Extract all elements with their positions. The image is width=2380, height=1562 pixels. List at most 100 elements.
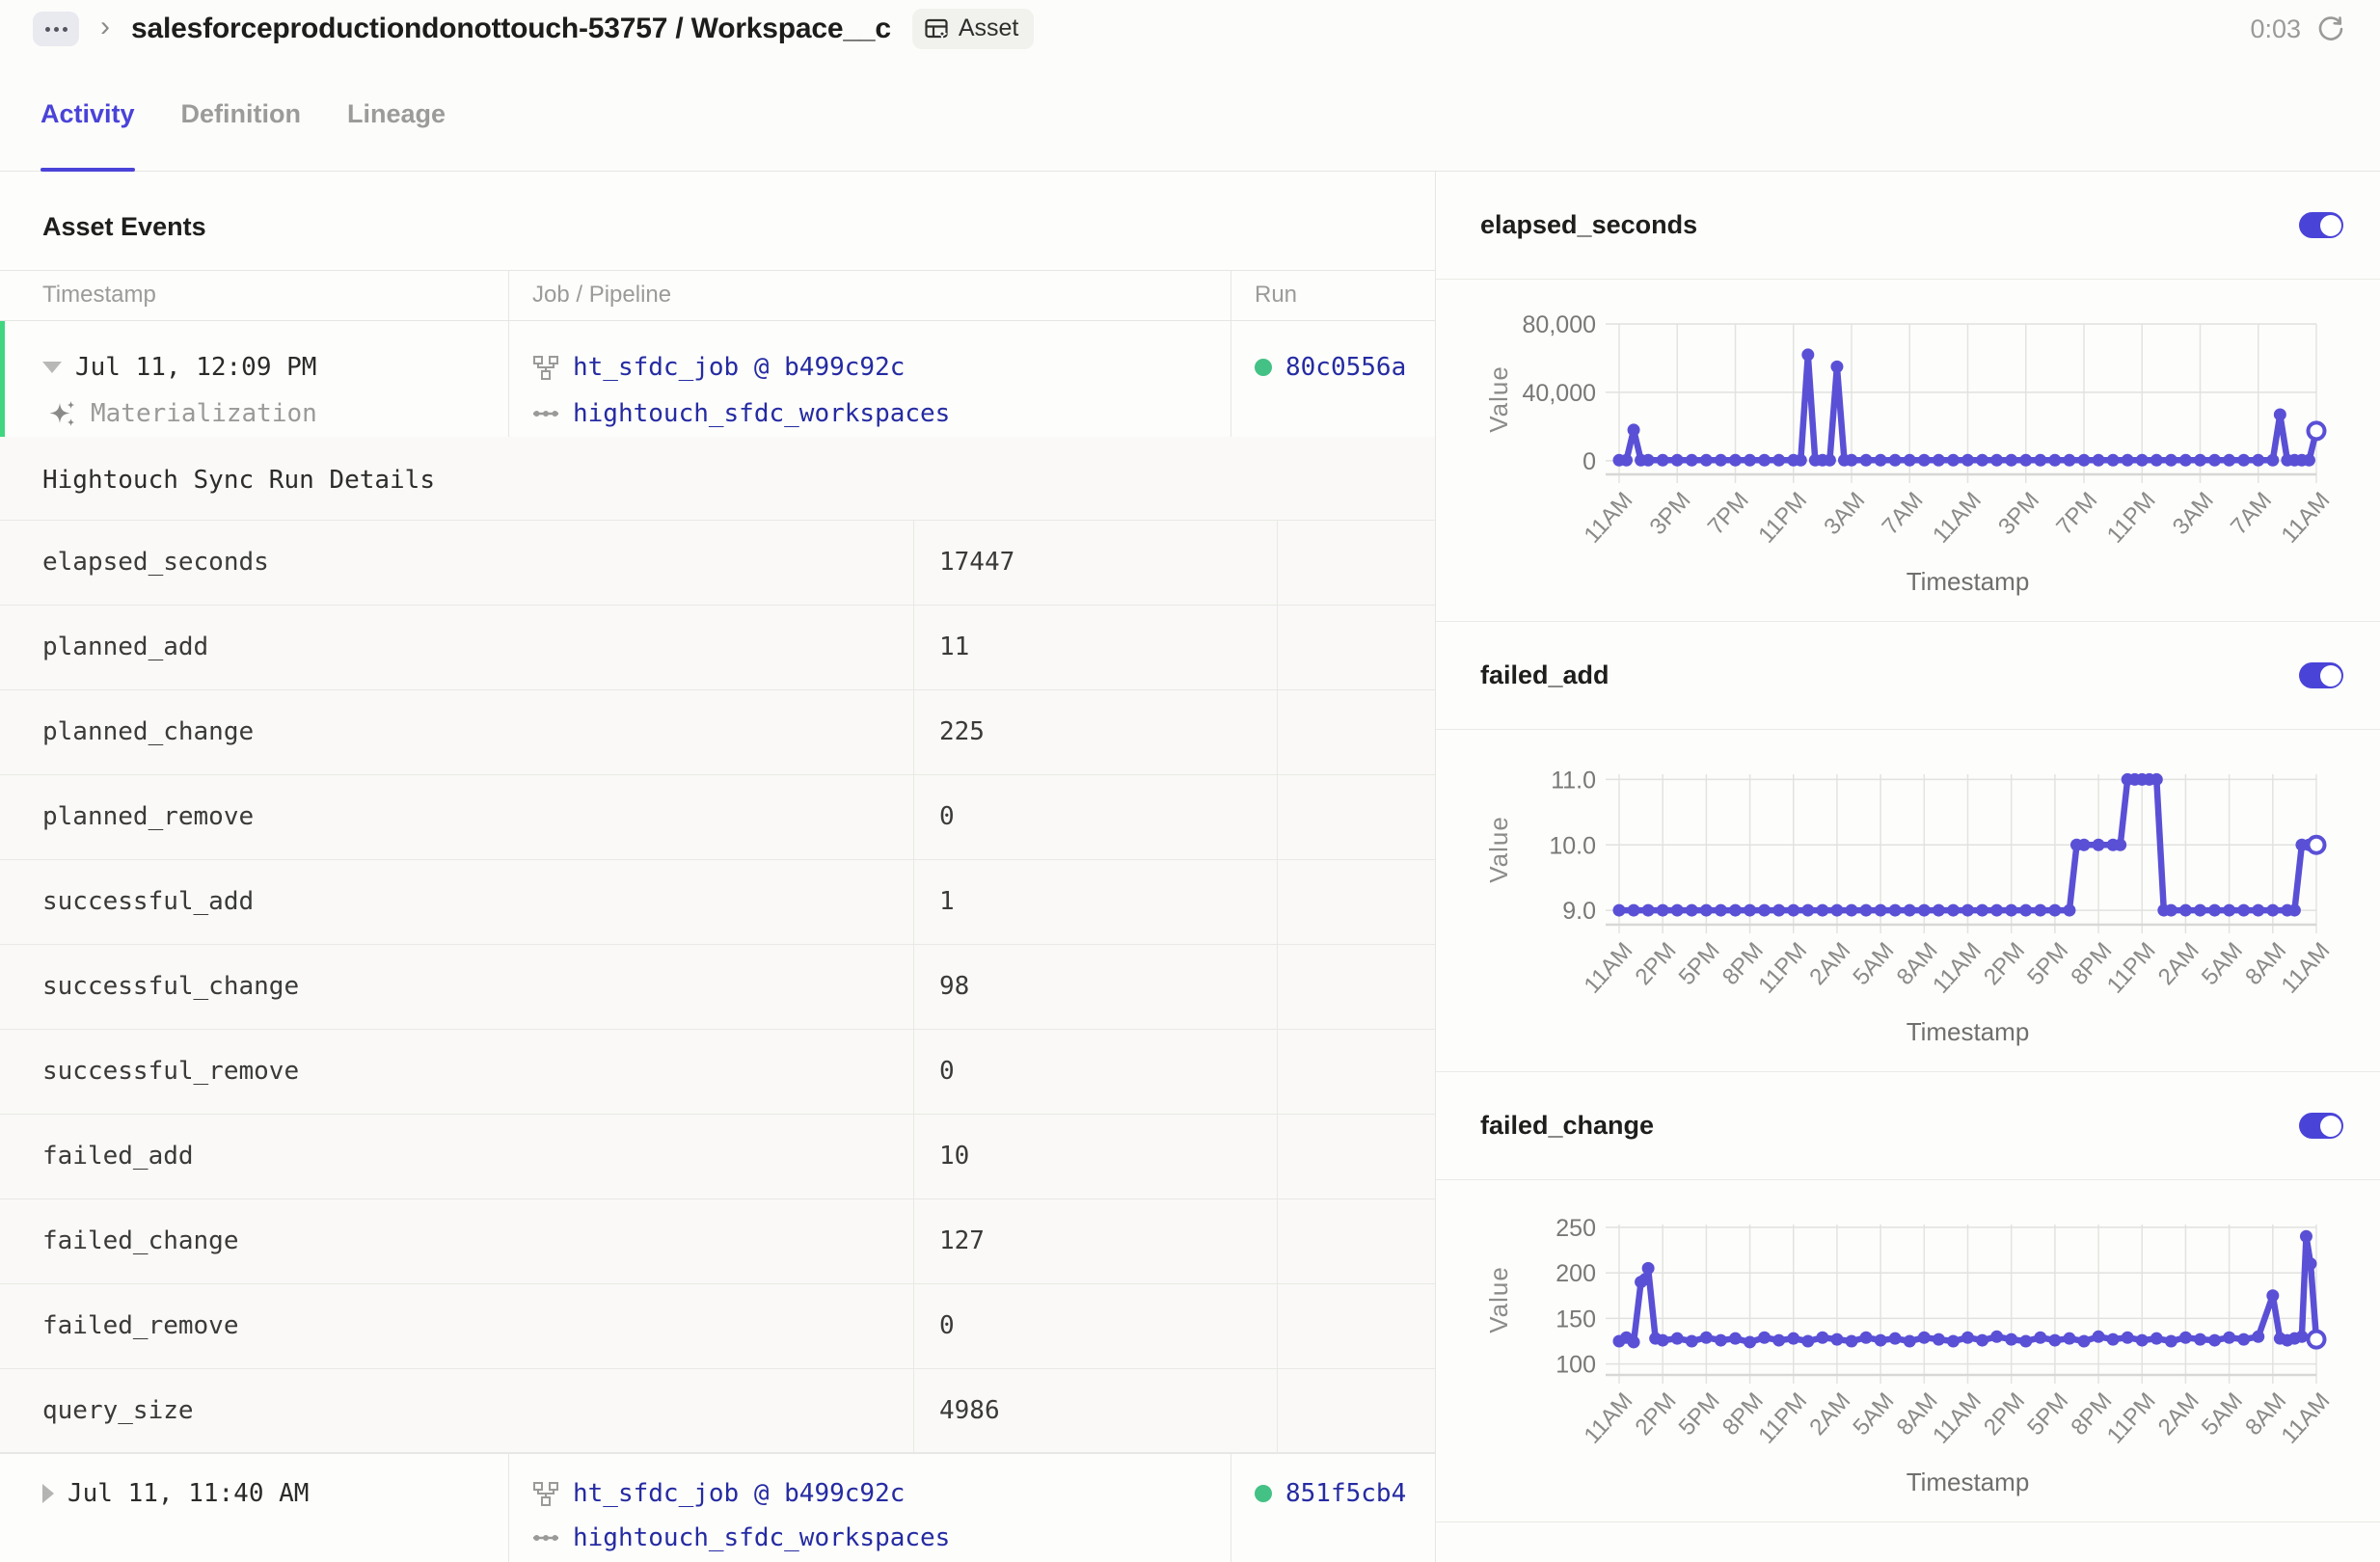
svg-text:100: 100 (1555, 1352, 1596, 1379)
asset-link[interactable]: hightouch_sfdc_workspaces (573, 399, 950, 428)
event-timestamp: Jul 11, 12:09 PM (75, 353, 316, 382)
events-table-header: Timestamp Job / Pipeline Run (0, 270, 1435, 321)
details-extra-cell (1278, 1030, 1435, 1114)
svg-text:11AM: 11AM (2277, 1387, 2336, 1448)
breadcrumb-menu-button[interactable] (33, 12, 79, 46)
details-value: 98 (914, 945, 1278, 1029)
details-extra-cell (1278, 521, 1435, 605)
svg-text:5AM: 5AM (2197, 1387, 2248, 1441)
expand-caret-icon[interactable] (42, 1484, 54, 1503)
details-extra-cell (1278, 860, 1435, 944)
tabbar: Activity Definition Lineage (0, 58, 2380, 172)
asset-badge-label: Asset (959, 14, 1019, 42)
details-row: failed_remove0 (0, 1283, 1435, 1368)
svg-text:11PM: 11PM (1753, 937, 1812, 998)
run-details-section: Hightouch Sync Run Details elapsed_secon… (0, 437, 1435, 1453)
details-value: 4986 (914, 1369, 1278, 1452)
svg-text:11AM: 11AM (1928, 937, 1987, 998)
chart-card-failed_change: failed_change10015020025011AM2PM5PM8PM11… (1436, 1072, 2380, 1522)
svg-text:5PM: 5PM (1674, 1387, 1725, 1441)
details-value: 0 (914, 775, 1278, 859)
chart-card-failed_add: failed_add9.010.011.011AM2PM5PM8PM11PM2A… (1436, 622, 2380, 1072)
run-id-link[interactable]: 851f5cb4 (1285, 1479, 1406, 1508)
details-value: 11 (914, 606, 1278, 689)
breadcrumb: › salesforceproductiondonottouch-53757 /… (33, 9, 1034, 49)
details-row: failed_change127 (0, 1198, 1435, 1283)
details-row: planned_remove0 (0, 774, 1435, 859)
details-row: planned_add11 (0, 605, 1435, 689)
column-header-job-pipeline: Job / Pipeline (509, 271, 1231, 320)
tab-lineage-label: Lineage (347, 99, 446, 129)
details-key: failed_change (0, 1199, 914, 1283)
svg-text:11PM: 11PM (2102, 937, 2161, 998)
chart-title: failed_add (1480, 660, 1609, 690)
svg-text:11PM: 11PM (2102, 1387, 2161, 1448)
tab-activity[interactable]: Activity (41, 58, 135, 171)
event-job-cell: ht_sfdc_job @ b499c92c hightouch_sfdc_wo… (509, 321, 1231, 437)
event-type-label: Materialization (91, 399, 317, 428)
details-key: successful_add (0, 860, 914, 944)
job-link[interactable]: ht_sfdc_job @ b499c92c (573, 353, 905, 382)
svg-text:2AM: 2AM (2153, 937, 2204, 990)
chart-toggle[interactable] (2299, 662, 2343, 688)
asset-lineage-icon (532, 1524, 559, 1551)
svg-text:5PM: 5PM (1674, 937, 1725, 990)
job-graph-icon (532, 354, 559, 381)
svg-text:9.0: 9.0 (1562, 898, 1596, 925)
details-key: failed_add (0, 1115, 914, 1198)
svg-text:2AM: 2AM (1804, 937, 1855, 990)
details-row: elapsed_seconds17447 (0, 520, 1435, 605)
event-timestamp-cell: Jul 11, 11:40 AM (0, 1454, 509, 1562)
details-extra-cell (1278, 775, 1435, 859)
svg-text:2PM: 2PM (1979, 937, 2030, 990)
svg-text:250: 250 (1555, 1215, 1596, 1242)
svg-text:Value: Value (1484, 1266, 1513, 1333)
job-link[interactable]: ht_sfdc_job @ b499c92c (573, 1479, 905, 1508)
svg-text:11AM: 11AM (2277, 937, 2336, 998)
svg-text:5AM: 5AM (1848, 1387, 1899, 1441)
svg-text:80,000: 80,000 (1523, 311, 1596, 338)
chart-elapsed_seconds: 040,00080,00011AM3PM7PM11PM3AM7AM11AM3PM… (1436, 280, 2379, 621)
details-row: successful_add1 (0, 859, 1435, 944)
details-key: failed_remove (0, 1284, 914, 1368)
job-graph-icon (532, 1480, 559, 1507)
svg-text:2PM: 2PM (1630, 937, 1681, 990)
run-status-dot (1255, 1485, 1272, 1502)
svg-text:11PM: 11PM (1753, 487, 1812, 548)
details-extra-cell (1278, 606, 1435, 689)
run-status-dot (1255, 359, 1272, 376)
refresh-area: 0:03 (2250, 14, 2345, 44)
svg-text:10.0: 10.0 (1549, 832, 1596, 859)
svg-text:150: 150 (1555, 1306, 1596, 1333)
event-run-cell: 80c0556a (1231, 321, 1435, 437)
asset-page: › salesforceproductiondonottouch-53757 /… (0, 0, 2380, 1562)
tab-lineage[interactable]: Lineage (347, 58, 446, 171)
svg-text:2PM: 2PM (1979, 1387, 2030, 1441)
tab-definition[interactable]: Definition (181, 58, 301, 171)
svg-text:11PM: 11PM (1753, 1387, 1812, 1448)
chart-card-elapsed_seconds: elapsed_seconds040,00080,00011AM3PM7PM11… (1436, 172, 2380, 622)
details-key: planned_add (0, 606, 914, 689)
svg-text:7PM: 7PM (2051, 487, 2102, 540)
top-header: › salesforceproductiondonottouch-53757 /… (0, 0, 2380, 58)
svg-text:5PM: 5PM (2022, 937, 2073, 990)
event-row-expanded: Jul 11, 12:09 PM Materialization (0, 321, 1435, 437)
details-key: successful_change (0, 945, 914, 1029)
run-id-link[interactable]: 80c0556a (1285, 353, 1406, 382)
metric-charts-panel: elapsed_seconds040,00080,00011AM3PM7PM11… (1435, 172, 2380, 1562)
asset-link[interactable]: hightouch_sfdc_workspaces (573, 1523, 950, 1552)
svg-text:2PM: 2PM (1630, 1387, 1681, 1441)
chart-toggle[interactable] (2299, 1113, 2343, 1139)
svg-text:3PM: 3PM (1993, 487, 2044, 540)
details-row: failed_add10 (0, 1114, 1435, 1198)
svg-text:3PM: 3PM (1645, 487, 1696, 540)
refresh-icon[interactable] (2316, 14, 2345, 43)
details-value: 10 (914, 1115, 1278, 1198)
chart-toggle[interactable] (2299, 212, 2343, 238)
event-timestamp: Jul 11, 11:40 AM (68, 1479, 309, 1508)
run-details-title: Hightouch Sync Run Details (42, 466, 1435, 495)
chart-title: failed_change (1480, 1111, 1654, 1141)
svg-text:40,000: 40,000 (1523, 380, 1596, 407)
collapse-caret-icon[interactable] (42, 362, 62, 373)
svg-text:Value: Value (1484, 816, 1513, 883)
